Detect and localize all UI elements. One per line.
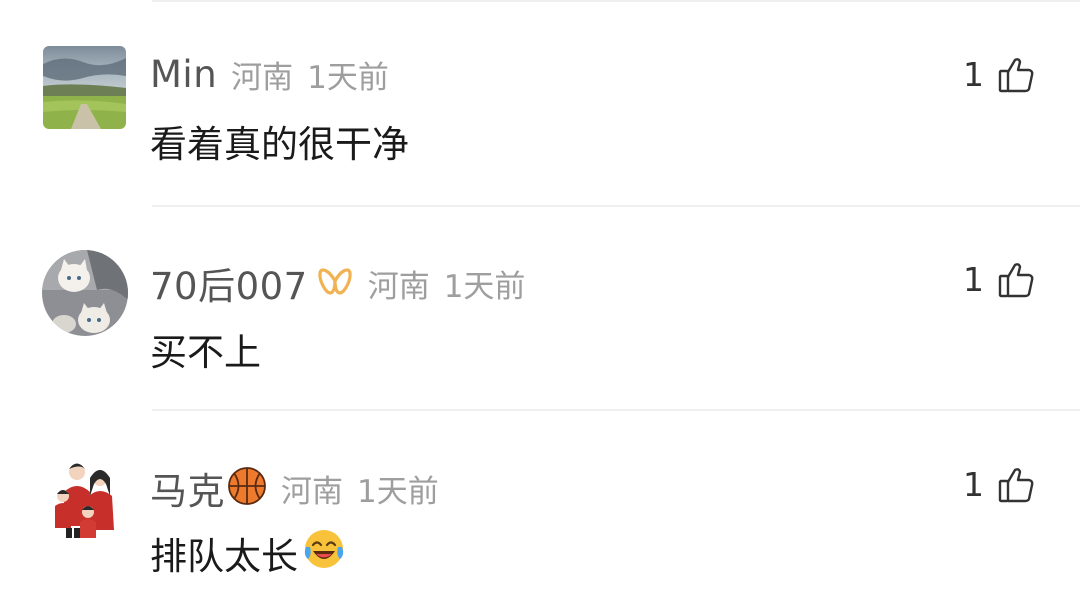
laughing-crying-emoji — [302, 527, 346, 580]
comment-text[interactable]: 排队太长 — [150, 526, 346, 580]
comment-list: Min 河南 1天前 看着真的很干净 1 70后007 河南 1天前 买不上 1… — [0, 0, 1080, 613]
family-cartoon-avatar[interactable] — [44, 456, 128, 540]
divider — [152, 0, 1080, 2]
timestamp: 1天前 — [443, 268, 526, 305]
location-label: 河南 — [281, 473, 343, 510]
location-label: 河南 — [231, 60, 294, 96]
kittens-avatar[interactable] — [42, 250, 128, 336]
timestamp: 1天前 — [357, 473, 439, 510]
thumbs-up-icon[interactable] — [998, 261, 1034, 299]
like-button[interactable]: 1 — [963, 260, 1034, 299]
comment-meta: 马克 河南 1天前 — [150, 461, 439, 515]
landscape-avatar[interactable] — [43, 46, 126, 129]
timestamp: 1天前 — [307, 60, 389, 96]
location-label: 河南 — [367, 268, 430, 305]
divider — [152, 205, 1080, 207]
comment-text[interactable]: 看着真的很干净 — [150, 114, 409, 168]
like-count: 1 — [963, 260, 984, 299]
divider — [152, 409, 1080, 411]
username[interactable]: 70后007 — [150, 256, 308, 310]
username[interactable]: 马克 — [150, 461, 225, 515]
comment-body: 排队太长 — [150, 535, 298, 578]
comment-text[interactable]: 买不上 — [150, 322, 261, 376]
like-button[interactable]: 1 — [963, 55, 1034, 94]
comment-meta: Min 河南 1天前 — [150, 52, 389, 97]
comment-body: 看着真的很干净 — [150, 123, 409, 166]
comment-meta: 70后007 河南 1天前 — [150, 256, 525, 310]
basketball-emoji — [227, 466, 267, 510]
username[interactable]: Min — [150, 53, 217, 96]
gold-ribbon-badge — [316, 264, 354, 302]
like-count: 1 — [963, 465, 984, 504]
like-count: 1 — [963, 55, 984, 94]
thumbs-up-icon[interactable] — [998, 466, 1034, 504]
thumbs-up-icon[interactable] — [998, 56, 1034, 94]
comment-body: 买不上 — [150, 331, 261, 374]
like-button[interactable]: 1 — [963, 465, 1034, 504]
